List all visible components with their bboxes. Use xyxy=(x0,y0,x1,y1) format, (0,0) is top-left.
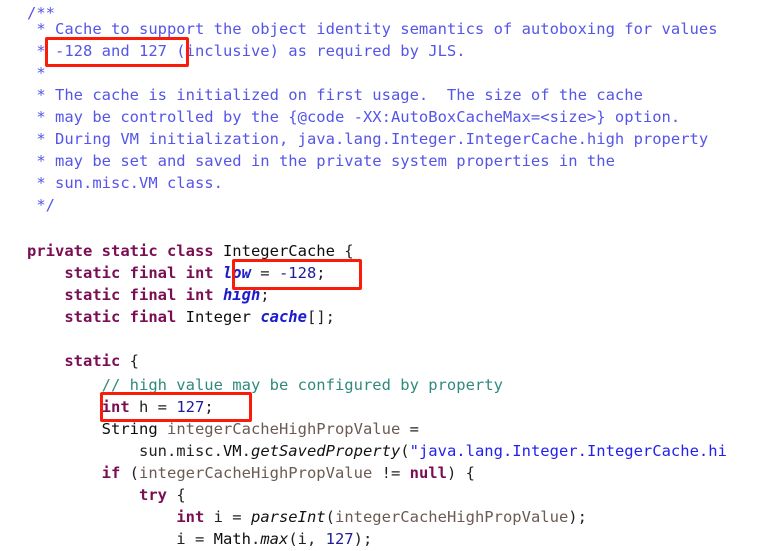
code-token-number: 127 xyxy=(176,398,205,416)
code-line[interactable]: * sun.misc.VM class. xyxy=(27,172,223,194)
code-token-javadoc: */ xyxy=(27,196,55,214)
code-line[interactable]: * may be set and saved in the private sy… xyxy=(27,150,615,172)
code-token-method: parseInt xyxy=(250,508,326,526)
code-token-punct: ) { xyxy=(446,464,475,482)
code-line[interactable]: * -128 and 127 (inclusive) as required b… xyxy=(27,40,466,62)
code-line[interactable]: * xyxy=(27,62,46,84)
code-line[interactable]: try { xyxy=(27,484,186,506)
code-token-punct: != xyxy=(372,464,410,482)
code-token-string: "java.lang.Integer.IntegerCache.hi xyxy=(409,442,727,460)
code-token-punct: { xyxy=(166,486,186,504)
code-token-punct: ; xyxy=(260,286,270,304)
code-line[interactable]: * may be controlled by the {@code -XX:Au… xyxy=(27,106,680,128)
code-token-punct: ( xyxy=(400,442,410,460)
code-token-punct: ); xyxy=(568,508,587,526)
code-token-javadoc: * xyxy=(27,64,46,82)
code-line[interactable]: i = Math.max(i, 127); xyxy=(27,528,372,550)
code-token-punct: { xyxy=(120,352,139,370)
code-token-punct: . xyxy=(250,530,261,548)
code-line[interactable]: */ xyxy=(27,194,55,216)
java-source-code-editor[interactable]: /** * Cache to support the object identi… xyxy=(0,0,773,551)
code-line[interactable]: int i = parseInt(integerCacheHighPropVal… xyxy=(27,506,587,528)
code-token-punct: []; xyxy=(306,308,335,326)
code-token-punct: = xyxy=(400,420,419,438)
code-token-type: IntegerCache xyxy=(222,242,335,260)
code-line[interactable]: * During VM initialization, java.lang.In… xyxy=(27,128,708,150)
code-token-javadoc: * -128 and 127 (inclusive) as required b… xyxy=(27,42,466,60)
code-token-punct: = xyxy=(250,264,279,282)
code-token-keyword: static xyxy=(64,352,121,370)
code-line[interactable]: int h = 127; xyxy=(27,396,214,418)
code-token-keyword: static final int xyxy=(64,264,223,282)
code-token-punct: ); xyxy=(353,530,373,548)
code-token-number: 127 xyxy=(325,530,354,548)
code-token-keyword: null xyxy=(409,464,447,482)
code-token-punct: ; xyxy=(204,398,214,416)
code-token-javadoc: * Cache to support the object identity s… xyxy=(27,20,718,38)
code-token-punct: i = xyxy=(27,530,214,548)
code-line[interactable]: static final int high; xyxy=(27,284,270,306)
code-token-comment: // high value may be configured by prope… xyxy=(101,376,503,394)
code-line[interactable]: // high value may be configured by prope… xyxy=(27,374,503,396)
code-token-keyword: private static class xyxy=(27,242,223,260)
code-token-keyword: if xyxy=(101,464,121,482)
code-token-keyword: static final int xyxy=(64,286,223,304)
code-token-number: -128 xyxy=(278,264,317,282)
code-token-method: getSavedProperty xyxy=(250,442,401,460)
code-token-punct: ( xyxy=(120,464,139,482)
code-token-punct: . xyxy=(241,442,251,460)
code-token-method: max xyxy=(260,530,289,548)
code-token-javadoc: * sun.misc.VM class. xyxy=(27,174,223,192)
code-token-punct: { xyxy=(334,242,354,260)
code-token-keyword: int xyxy=(176,508,205,526)
code-token-keyword: int xyxy=(101,398,130,416)
code-token-field: high xyxy=(222,286,261,304)
code-token-punct: ( xyxy=(325,508,335,526)
code-token-field: cache xyxy=(260,308,307,326)
code-token-type: Math xyxy=(213,530,251,548)
code-token-field: low xyxy=(222,264,251,282)
code-token-keyword: try xyxy=(138,486,167,504)
code-token-type: String xyxy=(101,420,167,438)
code-token-local: integerCacheHighPropValue xyxy=(334,508,569,526)
code-token-javadoc: * The cache is initialized on first usag… xyxy=(27,86,643,104)
code-line[interactable]: static final int low = -128; xyxy=(27,262,326,284)
code-token-local: integerCacheHighPropValue xyxy=(166,420,401,438)
code-token-local: integerCacheHighPropValue xyxy=(139,464,373,482)
code-token-type: VM xyxy=(222,442,242,460)
code-token-punct: (i, xyxy=(288,530,326,548)
code-line[interactable] xyxy=(27,216,36,238)
code-line[interactable]: static final Integer cache[]; xyxy=(27,306,335,328)
code-line[interactable]: private static class IntegerCache { xyxy=(27,240,354,262)
code-screenshot: /** * Cache to support the object identi… xyxy=(0,0,773,551)
code-line[interactable]: static { xyxy=(27,350,139,372)
code-token-keyword: static final xyxy=(64,308,186,326)
code-token-punct: ; xyxy=(316,264,326,282)
code-token-type: Integer xyxy=(185,308,261,326)
code-line[interactable] xyxy=(27,328,36,350)
code-token-javadoc: * may be set and saved in the private sy… xyxy=(27,152,615,170)
code-token-plain: sun.misc. xyxy=(27,442,223,460)
code-token-punct: h = xyxy=(129,398,177,416)
code-line[interactable]: String integerCacheHighPropValue = xyxy=(27,418,419,440)
code-line[interactable]: if (integerCacheHighPropValue != null) { xyxy=(27,462,475,484)
code-line[interactable]: sun.misc.VM.getSavedProperty("java.lang.… xyxy=(27,440,727,462)
code-line[interactable]: * The cache is initialized on first usag… xyxy=(27,84,643,106)
code-token-punct: i = xyxy=(204,508,251,526)
code-line[interactable]: * Cache to support the object identity s… xyxy=(27,18,718,40)
code-token-javadoc: * may be controlled by the {@code -XX:Au… xyxy=(27,108,681,126)
code-token-javadoc: * During VM initialization, java.lang.In… xyxy=(27,130,709,148)
